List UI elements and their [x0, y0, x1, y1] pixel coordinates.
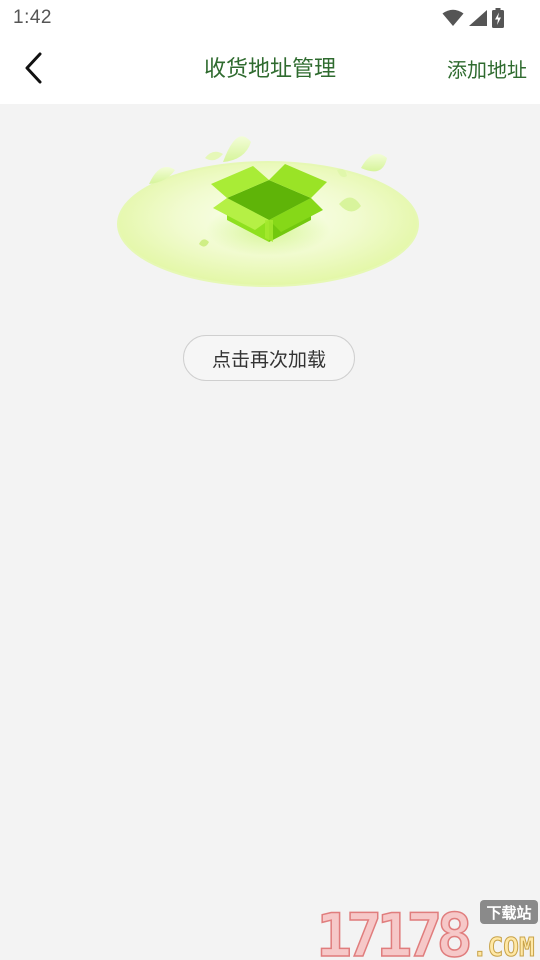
status-time: 1:42 [13, 7, 52, 28]
chevron-left-icon [23, 51, 45, 89]
status-icons [442, 8, 504, 28]
empty-state-illustration [115, 120, 425, 295]
watermark-logo: 17178 .COM 下载站 [314, 896, 540, 960]
wifi-icon [442, 9, 464, 27]
add-address-button[interactable]: 添加地址 [447, 36, 527, 104]
status-bar: 1:42 [0, 0, 540, 36]
watermark-tag: 下载站 [486, 904, 531, 922]
back-button[interactable] [14, 50, 54, 90]
cellular-signal-icon [468, 9, 488, 27]
app-header: 收货地址管理 添加地址 [0, 36, 540, 104]
battery-charging-icon [492, 8, 504, 28]
open-box-icon [117, 136, 419, 287]
screen: 1:42 收货地址管理 添加地址 点击再次加载 17178 .COM 下载站 [0, 0, 540, 960]
watermark-brand: 17178 [316, 901, 469, 960]
watermark-domain: .COM [472, 933, 535, 960]
reload-button[interactable]: 点击再次加载 [183, 335, 355, 381]
